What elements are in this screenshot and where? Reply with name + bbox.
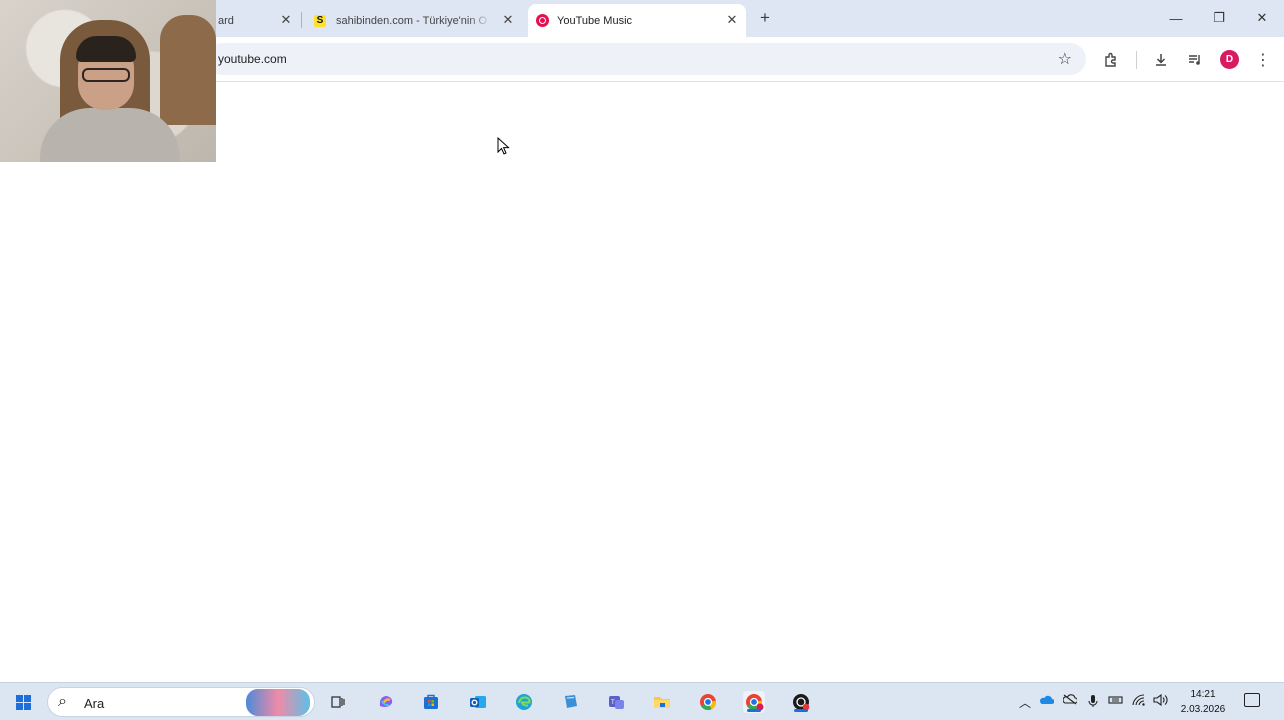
tab-title: YouTube Music: [557, 14, 633, 27]
copilot-icon[interactable]: [375, 691, 397, 713]
sahibinden-favicon-icon: S: [314, 14, 326, 27]
network-adapter-icon[interactable]: [1108, 694, 1123, 709]
onedrive-icon[interactable]: [1040, 694, 1055, 708]
clock-date: 2.03.2026: [1180, 704, 1226, 715]
address-url: youtube.com: [218, 52, 287, 66]
chrome-icon[interactable]: [697, 691, 719, 713]
taskbar: ⌕ Ara T ︿ 14:21 2.03.2026: [0, 682, 1284, 720]
minimize-button[interactable]: —: [1166, 8, 1186, 28]
new-tab-button[interactable]: +: [755, 8, 775, 28]
active-app-indicator: [747, 709, 761, 712]
svg-text:T: T: [610, 699, 615, 706]
start-button[interactable]: [12, 691, 34, 713]
tab-dashboard[interactable]: ard ✕: [210, 4, 300, 37]
chrome-profile-active-icon[interactable]: [743, 691, 765, 713]
active-app-indicator: [794, 709, 808, 712]
youtube-music-icon: [536, 14, 549, 27]
close-icon[interactable]: ✕: [500, 12, 516, 28]
webcam-door: [160, 15, 216, 125]
tab-title: sahibinden.com - Türkiye'nin O: [336, 14, 488, 27]
close-icon[interactable]: ✕: [724, 12, 740, 28]
tab-youtube-music[interactable]: YouTube Music ✕: [528, 4, 746, 37]
search-icon: ⌕: [58, 693, 67, 710]
microphone-icon[interactable]: [1088, 694, 1098, 711]
taskbar-search[interactable]: ⌕ Ara: [47, 687, 315, 717]
webcam-person-hair: [76, 36, 136, 62]
address-bar[interactable]: youtube.com ☆: [206, 43, 1086, 75]
taskbar-clock[interactable]: 14:21 2.03.2026: [1176, 687, 1230, 717]
task-view-icon[interactable]: [327, 691, 349, 713]
search-highlight-image: [246, 689, 310, 716]
bookmark-star-icon[interactable]: ☆: [1058, 49, 1072, 69]
restore-button[interactable]: ❐: [1209, 8, 1229, 28]
close-window-button[interactable]: ✕: [1252, 8, 1272, 28]
windows-logo-icon: [15, 694, 31, 710]
notification-center-icon[interactable]: [1244, 693, 1260, 707]
mouse-cursor-icon: [497, 137, 510, 155]
page-content: [0, 82, 1284, 682]
microsoft-store-icon[interactable]: [420, 691, 442, 713]
volume-icon[interactable]: [1153, 693, 1168, 709]
tab-sahibinden[interactable]: S sahibinden.com - Türkiye'nin O ✕: [304, 4, 522, 37]
teams-icon[interactable]: T: [605, 691, 627, 713]
media-control-icon[interactable]: [1184, 49, 1206, 71]
file-explorer-icon[interactable]: [651, 691, 673, 713]
outlook-icon[interactable]: [467, 691, 489, 713]
tab-title: ard: [218, 14, 234, 27]
menu-kebab-icon[interactable]: ⋮: [1252, 49, 1274, 71]
show-hidden-icons-chevron-icon[interactable]: ︿: [1019, 694, 1031, 711]
download-icon[interactable]: [1150, 49, 1172, 71]
clock-time: 14:21: [1190, 689, 1216, 700]
webcam-overlay: [0, 0, 216, 162]
extensions-icon[interactable]: [1100, 49, 1122, 71]
webcam-person-glasses: [82, 68, 130, 82]
remote-desktop-icon[interactable]: [560, 691, 582, 713]
tab-divider: [301, 12, 302, 28]
wifi-icon[interactable]: [1132, 694, 1146, 709]
search-placeholder: Ara: [84, 696, 105, 711]
toolbar-divider: [1136, 51, 1137, 69]
screen: ard ✕ S sahibinden.com - Türkiye'nin O ✕…: [0, 0, 1284, 720]
recording-app-icon[interactable]: [790, 691, 812, 713]
close-icon[interactable]: ✕: [278, 12, 294, 28]
onedrive-offline-icon[interactable]: [1062, 694, 1079, 708]
profile-avatar[interactable]: D: [1220, 50, 1239, 69]
edge-browser-icon[interactable]: [513, 691, 535, 713]
